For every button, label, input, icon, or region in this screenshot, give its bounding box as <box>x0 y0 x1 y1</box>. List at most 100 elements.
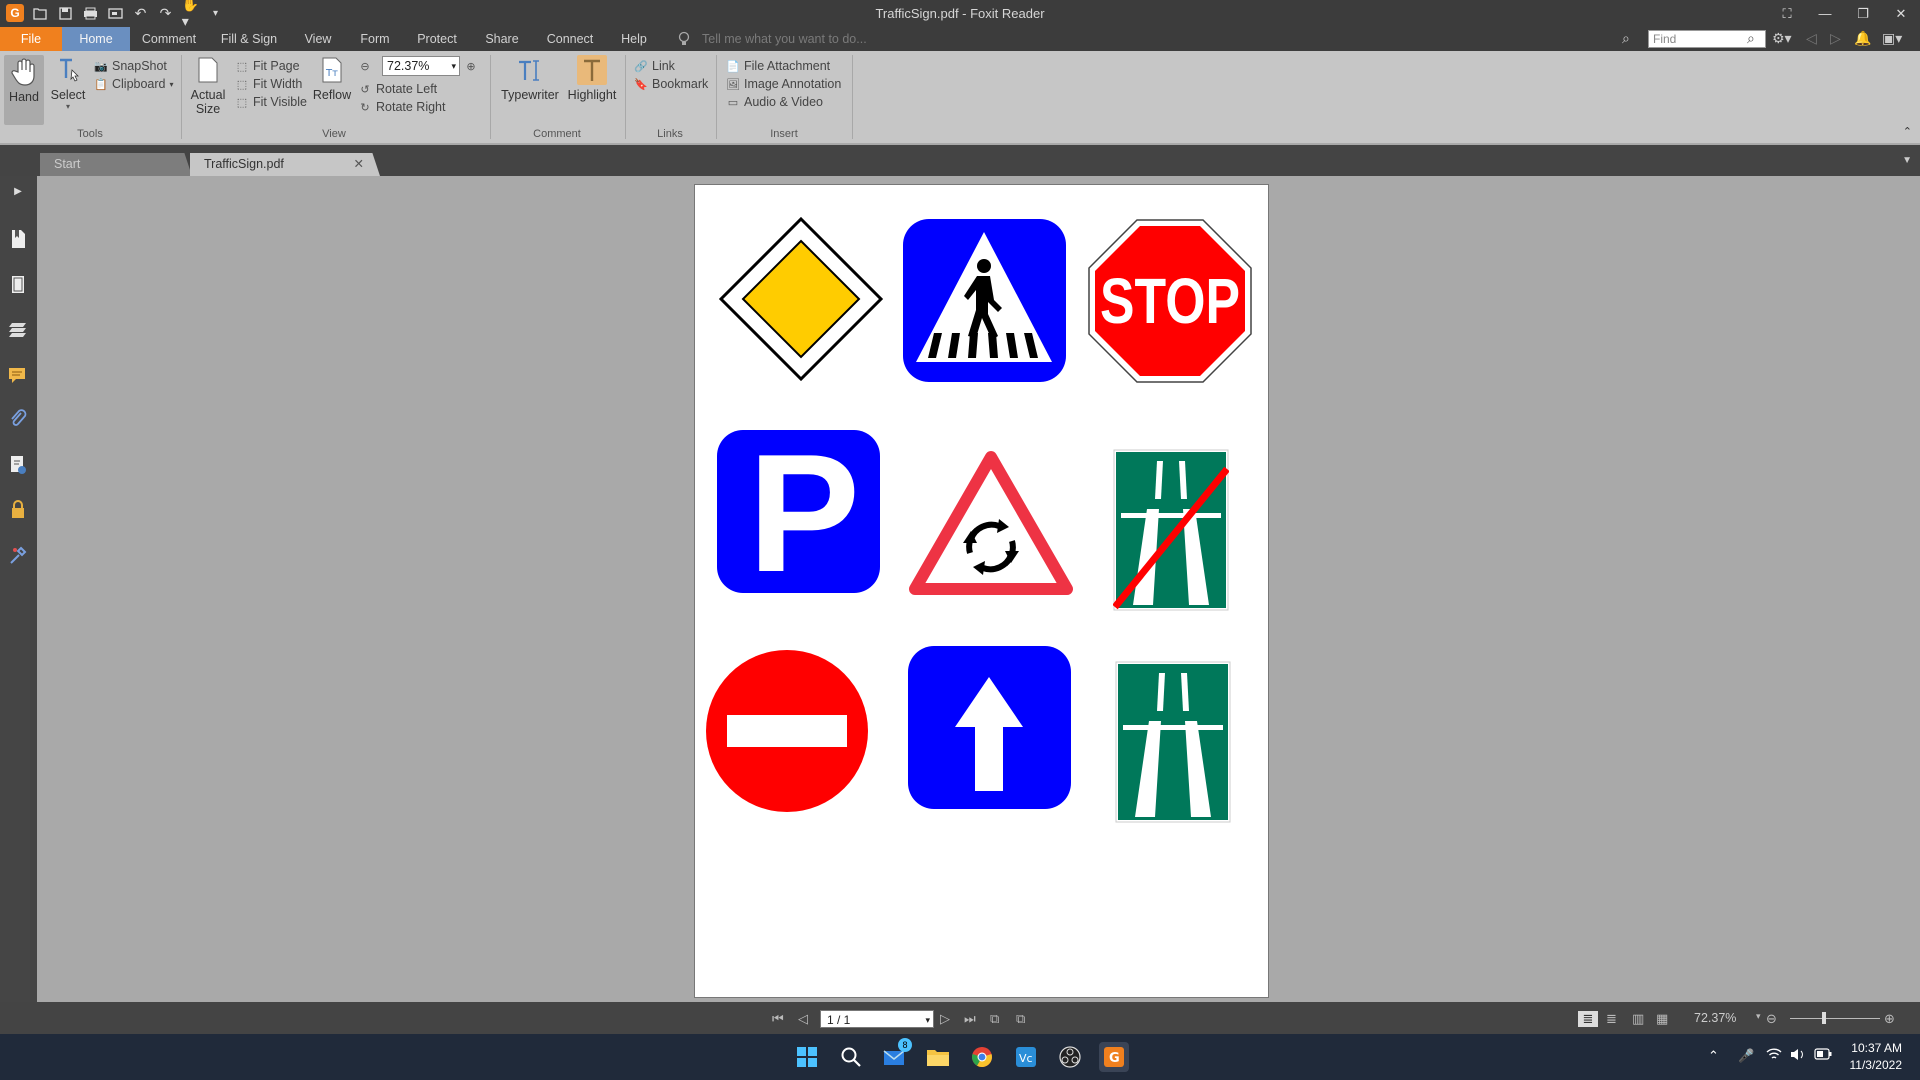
highlight-button[interactable]: Highlight <box>566 55 618 102</box>
show-hidden-icons[interactable]: ⌃ <box>1708 1048 1719 1064</box>
tab-form[interactable]: Form <box>346 27 404 51</box>
page-indicator: 1 / 1 <box>827 1013 851 1027</box>
signatures-panel-icon[interactable] <box>7 454 29 476</box>
tab-list-dropdown-icon[interactable]: ▼ <box>1902 155 1912 166</box>
layers-panel-icon[interactable] <box>7 318 29 340</box>
tab-trafficsign-pdf[interactable]: TrafficSign.pdf ✕ <box>190 153 380 176</box>
rotate-right-button[interactable]: ↻ Rotate Right <box>358 98 445 116</box>
first-page-icon[interactable]: ⏮ <box>772 1011 784 1027</box>
zoom-out-button[interactable]: ⊖ <box>358 57 372 75</box>
highlight-label: Highlight <box>567 88 617 102</box>
tab-file[interactable]: File <box>0 27 62 51</box>
pages-panel-icon[interactable] <box>7 274 29 296</box>
comments-panel-icon[interactable] <box>7 364 29 386</box>
mail-icon[interactable]: 8 <box>880 1038 912 1072</box>
last-page-icon[interactable]: ⏭ <box>964 1011 976 1027</box>
select-label: Select <box>50 88 86 102</box>
next-page-icon[interactable]: ▷ <box>940 1011 950 1027</box>
fit-page-button[interactable]: ⬚ Fit Page <box>235 57 300 75</box>
status-zoom-value[interactable]: 72.37% <box>1694 1011 1736 1025</box>
single-page-view-icon[interactable]: ≣ <box>1578 1011 1598 1027</box>
bell-icon[interactable]: 🔔 <box>1854 30 1871 47</box>
bookmark-button[interactable]: 🔖 Bookmark <box>634 75 708 93</box>
actual-size-button[interactable]: Actual Size <box>188 55 228 116</box>
lightbulb-icon <box>678 31 690 50</box>
rotate-left-button[interactable]: ↺ Rotate Left <box>358 80 437 98</box>
zoom-dropdown-icon[interactable]: ▾ <box>1756 1011 1761 1022</box>
typewriter-button[interactable]: Typewriter <box>498 55 562 102</box>
tab-view[interactable]: View <box>290 27 346 51</box>
previous-page-icon[interactable]: ◁ <box>798 1011 808 1027</box>
tools-panel-icon[interactable] <box>7 544 29 566</box>
close-button[interactable]: ✕ <box>1882 0 1920 27</box>
gear-icon[interactable]: ⚙▾ <box>1772 30 1792 47</box>
find-option-icon[interactable]: ⌕ <box>1622 30 1630 47</box>
microphone-icon[interactable]: 🎤 <box>1738 1048 1754 1064</box>
continuous-view-icon[interactable]: ≣ <box>1606 1011 1617 1027</box>
clipboard-button[interactable]: 📋 Clipboard ▾ <box>94 75 173 93</box>
continuous-facing-view-icon[interactable]: ▦ <box>1656 1011 1668 1027</box>
lock-icon[interactable] <box>7 498 29 520</box>
previous-view-icon[interactable]: ⧉ <box>990 1011 999 1027</box>
restore-button[interactable]: ❐ <box>1844 0 1882 27</box>
fit-visible-label: Fit Visible <box>253 95 307 109</box>
select-tool-button[interactable]: Select ▾ <box>48 55 88 111</box>
fullscreen-icon[interactable]: ⛶ <box>1768 0 1806 27</box>
tab-home[interactable]: Home <box>62 27 130 51</box>
previous-result-icon[interactable]: ◁ <box>1806 30 1817 47</box>
fit-visible-button[interactable]: ⬚ Fit Visible <box>235 93 307 111</box>
battery-icon[interactable] <box>1814 1048 1832 1063</box>
file-attachment-button[interactable]: 📄 File Attachment <box>726 57 830 75</box>
zoom-in-icon[interactable]: ⊕ <box>1884 1011 1895 1027</box>
tab-help[interactable]: Help <box>606 27 662 51</box>
links-group-label: Links <box>657 128 683 140</box>
search-icon[interactable]: ⌕ <box>1747 30 1755 47</box>
hand-tool-button[interactable]: Hand <box>4 55 44 125</box>
chrome-icon[interactable] <box>967 1042 997 1072</box>
zoom-select[interactable]: 72.37% ▾ <box>382 56 460 76</box>
next-result-icon[interactable]: ▷ <box>1830 30 1841 47</box>
actual-size-label-2: Size <box>195 102 221 116</box>
next-view-icon[interactable]: ⧉ <box>1016 1011 1025 1027</box>
rotate-right-label: Rotate Right <box>376 100 446 114</box>
collapse-ribbon-icon[interactable]: ⌃ <box>1903 125 1912 138</box>
account-icon[interactable]: ▣▾ <box>1882 30 1902 47</box>
attachments-panel-icon[interactable] <box>7 408 29 430</box>
tab-comment[interactable]: Comment <box>130 27 208 51</box>
close-tab-icon[interactable]: ✕ <box>354 153 364 176</box>
zoom-slider-track[interactable] <box>1790 1018 1880 1019</box>
search-icon[interactable] <box>836 1042 866 1072</box>
reflow-button[interactable]: Tт Reflow <box>310 55 354 102</box>
facing-view-icon[interactable]: ▥ <box>1632 1011 1644 1027</box>
system-clock[interactable]: 10:37 AM 11/3/2022 <box>1850 1040 1903 1074</box>
fit-width-button[interactable]: ⬚ Fit Width <box>235 75 303 93</box>
zoom-slider-thumb[interactable] <box>1822 1012 1826 1024</box>
link-button[interactable]: 🔗 Link <box>634 57 675 75</box>
reflow-icon: Tт <box>317 55 347 85</box>
snapshot-button[interactable]: 📷 SnapShot <box>94 57 167 75</box>
zoom-in-button[interactable]: ⊕ <box>464 57 478 75</box>
chevron-down-icon: ▾ <box>925 1015 930 1025</box>
windows-start-icon[interactable] <box>792 1042 822 1072</box>
minimize-button[interactable]: — <box>1806 0 1844 27</box>
bookmarks-panel-icon[interactable] <box>7 228 29 250</box>
foxit-reader-taskbar-icon[interactable]: G <box>1099 1042 1129 1072</box>
tab-start[interactable]: Start <box>40 153 192 176</box>
title-bar: G ↶ ↷ ✋▾ ▾ TrafficSign.pdf - Foxit Reade… <box>0 0 1920 29</box>
page-number-input[interactable]: 1 / 1 ▾ <box>820 1010 934 1028</box>
vscode-app-icon[interactable]: Vc <box>1011 1042 1041 1072</box>
tab-protect[interactable]: Protect <box>404 27 470 51</box>
tab-fill-sign[interactable]: Fill & Sign <box>208 27 290 51</box>
audio-video-button[interactable]: ▭ Audio & Video <box>726 93 823 111</box>
image-annotation-button[interactable]: 🖼 Image Annotation <box>726 75 841 93</box>
wifi-icon[interactable] <box>1766 1048 1782 1064</box>
tab-share[interactable]: Share <box>470 27 534 51</box>
zoom-out-icon[interactable]: ⊖ <box>1766 1011 1777 1027</box>
obs-icon[interactable] <box>1055 1042 1085 1072</box>
fit-width-label: Fit Width <box>253 77 303 91</box>
tell-me-input[interactable]: Tell me what you want to do... <box>702 32 867 46</box>
expand-panel-icon[interactable]: ▶ <box>7 180 29 202</box>
volume-icon[interactable] <box>1790 1048 1806 1064</box>
tab-connect[interactable]: Connect <box>534 27 606 51</box>
file-explorer-icon[interactable] <box>923 1042 953 1072</box>
